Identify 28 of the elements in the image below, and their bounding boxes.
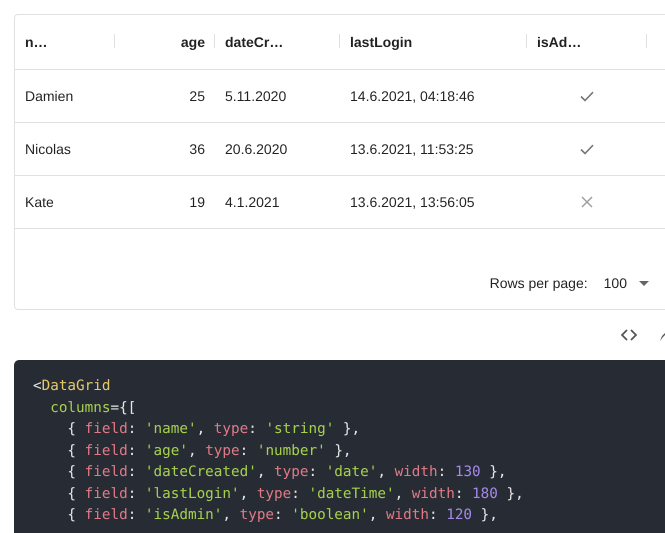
table-cell: 14.6.2021, 04:18:46 (350, 88, 475, 104)
table-cell: 13.6.2021, 11:53:25 (350, 141, 474, 157)
table-cell: 20.6.2020 (225, 141, 288, 157)
code-line: { field: 'lastLogin', type: 'dateTime', width: 180 }, (66, 484, 524, 504)
column-header[interactable]: lastLogin (350, 34, 412, 50)
rows-per-page-select[interactable]: 100 (604, 275, 649, 291)
column-header[interactable]: dateCr… (225, 34, 284, 50)
table-cell: 19 (189, 194, 205, 210)
code-line: { field: 'age', type: 'number' }, (66, 442, 352, 460)
table-cell: 36 (189, 141, 205, 157)
code-line: { field: 'name', type: 'string' }, (66, 420, 360, 439)
table-cell: 4.1.2021 (225, 194, 280, 210)
table-cell: 13.6.2021, 13:56:05 (350, 194, 475, 210)
table-cell: Nicolas (25, 141, 71, 157)
caret-icon (639, 280, 649, 286)
table-cell: Damien (25, 88, 74, 104)
code-line: <DataGrid (33, 377, 110, 396)
table-cell: 25 (189, 88, 205, 104)
column-header[interactable]: n… (25, 34, 48, 50)
rows-per-page-label: Rows per page: (490, 275, 588, 291)
table-cell: 5.11.2020 (225, 88, 286, 104)
code-line: { field: 'isAdmin', type: 'boolean', width: 120 }, (66, 506, 498, 525)
column-header[interactable]: isAd… (537, 34, 582, 50)
column-header[interactable]: age (180, 34, 205, 50)
code-line: { field: 'dateCreated', type: 'date', width: 130 }, (66, 463, 506, 482)
code-line: columns={[ (49, 398, 136, 418)
code-icon[interactable] (621, 329, 637, 341)
table-cell: Kate (25, 194, 54, 210)
